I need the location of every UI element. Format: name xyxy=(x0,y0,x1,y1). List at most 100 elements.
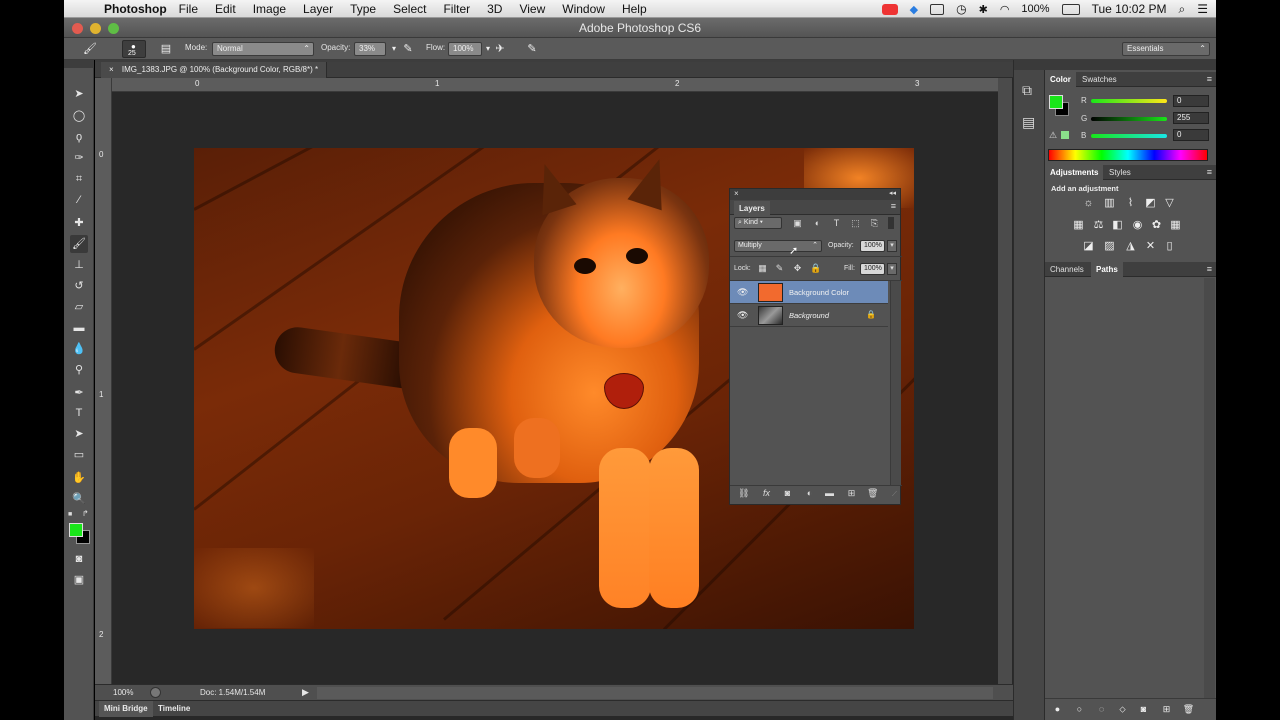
vertical-ruler[interactable]: 0 1 2 xyxy=(95,78,112,684)
paths-scrollbar[interactable] xyxy=(1204,278,1215,698)
workspace-switcher[interactable]: Essentials ⌃ xyxy=(1122,42,1210,56)
horizontal-ruler[interactable]: 0 1 2 3 xyxy=(112,78,998,92)
tab-channels[interactable]: Channels xyxy=(1045,262,1089,277)
resize-grip-icon[interactable]: ⟋ xyxy=(892,491,897,499)
visibility-eye-icon[interactable]: 👁 xyxy=(737,287,748,298)
foreground-color-swatch[interactable] xyxy=(69,523,83,537)
tab-timeline[interactable]: Timeline xyxy=(153,701,195,717)
fill-path-icon[interactable]: ● xyxy=(1051,703,1064,716)
menu-3d[interactable]: 3D xyxy=(487,2,502,16)
levels-icon[interactable]: ▥ xyxy=(1103,197,1116,210)
panel-menu-icon[interactable]: ≡ xyxy=(1207,264,1212,274)
menu-help[interactable]: Help xyxy=(622,2,647,16)
add-mask-icon[interactable]: ◙ xyxy=(782,488,793,499)
fill-input[interactable]: 100% xyxy=(860,263,885,275)
color-foreground-swatch[interactable] xyxy=(1049,95,1063,109)
screen-mode-icon[interactable]: ▣ xyxy=(70,571,88,589)
blend-mode-select[interactable]: Multiply ⌃ xyxy=(734,240,822,252)
dodge-tool-icon[interactable]: ⚲ xyxy=(70,361,88,379)
mode-select[interactable]: Normal ⌃ xyxy=(212,42,314,56)
swap-colors-icon[interactable]: ↱ xyxy=(82,509,89,518)
layer-style-icon[interactable]: fx xyxy=(761,488,772,499)
menu-filter[interactable]: Filter xyxy=(443,2,470,16)
photo-filter-icon[interactable]: ◉ xyxy=(1131,219,1144,232)
curves-icon[interactable]: ⌇ xyxy=(1124,197,1137,210)
menu-window[interactable]: Window xyxy=(562,2,605,16)
lock-transparent-icon[interactable]: ▦ xyxy=(757,263,768,274)
exposure-icon[interactable]: ◩ xyxy=(1144,197,1157,210)
tab-color[interactable]: Color xyxy=(1045,72,1076,87)
tab-swatches[interactable]: Swatches xyxy=(1077,72,1122,87)
minimize-window-button[interactable] xyxy=(90,23,101,34)
record-icon[interactable] xyxy=(881,3,898,15)
document-size-info[interactable]: Doc: 1.54M/1.54M xyxy=(200,688,265,697)
hand-tool-icon[interactable]: ✋ xyxy=(70,469,88,487)
filter-type-icon[interactable]: T xyxy=(831,218,842,229)
link-layers-icon[interactable]: ⛓ xyxy=(738,488,749,499)
pen-tool-icon[interactable]: ✒ xyxy=(70,384,88,402)
eyedropper-tool-icon[interactable]: ⁄ xyxy=(70,191,88,209)
strip-header[interactable] xyxy=(1014,60,1046,70)
panel-menu-icon[interactable]: ≡ xyxy=(1207,167,1212,177)
marquee-tool-icon[interactable]: ◯ xyxy=(70,107,88,125)
opacity-dropdown-icon[interactable]: ▾ xyxy=(887,240,897,252)
layers-scrollbar[interactable] xyxy=(890,281,901,485)
black-white-icon[interactable]: ◧ xyxy=(1111,219,1124,232)
pressure-size-icon[interactable]: ✎ xyxy=(524,41,540,57)
healing-brush-tool-icon[interactable]: ✚ xyxy=(70,214,88,232)
clone-stamp-tool-icon[interactable]: ⊥ xyxy=(70,256,88,274)
gradient-tool-icon[interactable]: ▬ xyxy=(70,319,88,337)
tab-layers[interactable]: Layers xyxy=(734,201,770,216)
filter-kind-select[interactable]: ⌕ Kind ▾ xyxy=(734,217,782,229)
value-r[interactable]: 0 xyxy=(1173,95,1209,107)
value-g[interactable]: 255 xyxy=(1173,112,1209,124)
gamut-swatch[interactable] xyxy=(1061,131,1069,139)
lasso-tool-icon[interactable]: ϙ xyxy=(70,128,88,146)
eraser-tool-icon[interactable]: ▱ xyxy=(70,298,88,316)
collapse-panel-icon[interactable]: ◂◂ xyxy=(889,189,896,197)
move-tool-icon[interactable]: ➤ xyxy=(70,85,88,103)
quick-selection-tool-icon[interactable]: ✑ xyxy=(70,149,88,167)
menu-layer[interactable]: Layer xyxy=(303,2,333,16)
notification-center-icon[interactable]: ☰ xyxy=(1197,2,1208,16)
horizontal-scrollbar[interactable] xyxy=(317,687,993,699)
filter-toggle[interactable] xyxy=(888,217,894,229)
opacity-input[interactable]: 33% xyxy=(354,42,386,56)
new-group-icon[interactable]: ▬ xyxy=(824,488,835,499)
type-tool-icon[interactable]: T xyxy=(70,404,88,422)
zoom-level[interactable]: 100% xyxy=(113,688,133,697)
status-menu-arrow-icon[interactable]: ▶ xyxy=(302,687,309,698)
new-adjustment-layer-icon[interactable]: ◐ xyxy=(804,488,815,499)
menu-view[interactable]: View xyxy=(519,2,545,16)
filter-shape-icon[interactable]: ⬚ xyxy=(850,218,861,229)
brightness-contrast-icon[interactable]: ☼ xyxy=(1082,197,1095,210)
new-path-icon[interactable]: ⊞ xyxy=(1160,703,1173,716)
layer-opacity-input[interactable]: 100% xyxy=(860,240,885,252)
zoom-window-button[interactable] xyxy=(108,23,119,34)
slider-g[interactable] xyxy=(1091,117,1167,121)
value-b[interactable]: 0 xyxy=(1173,129,1209,141)
delete-layer-icon[interactable]: 🗑 xyxy=(867,488,878,499)
menu-file[interactable]: File xyxy=(179,2,198,16)
bluetooth-icon[interactable]: ✱ xyxy=(979,3,988,16)
brush-size-picker[interactable]: ● 25 xyxy=(122,40,146,58)
slider-b[interactable] xyxy=(1091,134,1167,138)
visibility-eye-icon[interactable]: 👁 xyxy=(737,310,748,321)
flow-input[interactable]: 100% xyxy=(448,42,482,56)
history-panel-icon[interactable]: ⧉ xyxy=(1022,82,1032,99)
layers-panel-header[interactable]: × ◂◂ xyxy=(730,189,900,200)
tab-mini-bridge[interactable]: Mini Bridge xyxy=(99,701,153,717)
load-selection-icon[interactable]: ◌ xyxy=(1095,703,1108,716)
filter-pixel-icon[interactable]: ▣ xyxy=(792,218,803,229)
zoom-tool-icon[interactable]: 🔍 xyxy=(70,490,88,508)
quick-mask-icon[interactable]: ◙ xyxy=(70,550,88,568)
wifi-icon[interactable]: ◠ xyxy=(1000,3,1010,16)
lock-all-icon[interactable]: 🔒 xyxy=(810,263,821,274)
menu-type[interactable]: Type xyxy=(350,2,376,16)
channel-mixer-icon[interactable]: ✿ xyxy=(1150,219,1163,232)
layer-name[interactable]: Background xyxy=(789,311,829,320)
airplay-icon[interactable] xyxy=(930,3,945,15)
filter-adjustment-icon[interactable]: ◐ xyxy=(812,218,823,229)
spotlight-icon[interactable]: ⌕ xyxy=(1179,2,1186,17)
pressure-opacity-icon[interactable]: ✎ xyxy=(400,41,416,57)
